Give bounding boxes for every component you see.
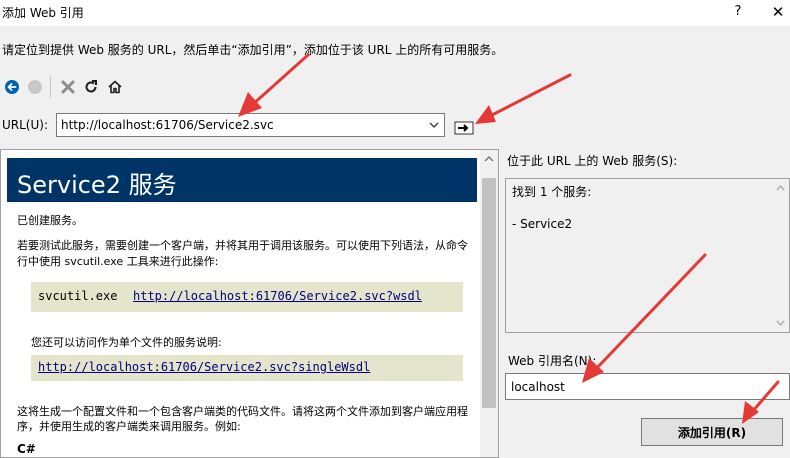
scrollbar-thumb[interactable] bbox=[482, 178, 496, 408]
annotation-arrow bbox=[238, 53, 310, 117]
service-list-item[interactable]: - Service2 bbox=[512, 217, 572, 231]
single-wsdl-box: http://localhost:61706/Service2.svc?sing… bbox=[31, 355, 463, 381]
url-combobox[interactable] bbox=[56, 113, 445, 137]
generate-info-line2: 序，并使用生成的客户端类来调用服务。例如: bbox=[17, 420, 241, 433]
preview-scrollbar[interactable] bbox=[480, 150, 498, 457]
scroll-up-arrow-icon[interactable] bbox=[484, 156, 494, 162]
service-banner: Service2 服务 bbox=[7, 158, 477, 202]
single-wsdl-link[interactable]: http://localhost:61706/Service2.svc?sing… bbox=[38, 360, 370, 374]
add-reference-button[interactable]: 添加引用(R) bbox=[641, 418, 783, 446]
home-icon[interactable] bbox=[106, 78, 124, 96]
wsdl-link[interactable]: http://localhost:61706/Service2.svc?wsdl bbox=[133, 289, 422, 303]
url-input[interactable] bbox=[61, 114, 421, 136]
service-title: Service2 服务 bbox=[17, 171, 177, 199]
scroll-down-arrow-icon[interactable] bbox=[776, 320, 785, 326]
single-file-note: 您还可以访问作为单个文件的服务说明: bbox=[31, 336, 222, 349]
services-scrollbar[interactable] bbox=[772, 179, 789, 332]
stop-icon[interactable] bbox=[59, 78, 77, 96]
services-label: 位于此 URL 上的 Web 服务(S): bbox=[507, 154, 678, 168]
window-title: 添加 Web 引用 bbox=[2, 6, 84, 20]
help-button[interactable]: ? bbox=[728, 2, 748, 22]
reference-name-input[interactable] bbox=[505, 373, 790, 400]
url-label: URL(U): bbox=[2, 118, 48, 132]
forward-icon[interactable] bbox=[26, 78, 44, 96]
generate-info-line1: 这将生成一个配置文件和一个包含客户端类的代码文件。请将这两个文件添加到客户端应用… bbox=[17, 405, 468, 418]
scroll-up-arrow-icon[interactable] bbox=[776, 185, 785, 191]
chevron-down-icon[interactable] bbox=[426, 117, 442, 133]
service-preview-pane[interactable]: Service2 服务 已创建服务。 若要测试此服务，需要创建一个客户端，并将其… bbox=[0, 149, 499, 458]
go-button[interactable] bbox=[454, 121, 474, 135]
created-text: 已创建服务。 bbox=[17, 214, 83, 227]
svcutil-command: svcutil.exe bbox=[38, 289, 118, 303]
reference-name-label: Web 引用名(N): bbox=[508, 354, 597, 368]
toolbar-divider bbox=[50, 76, 51, 98]
test-instructions-line1: 若要测试此服务，需要创建一个客户端，并将其用于调用该服务。可以使用下列语法，从命… bbox=[17, 239, 468, 252]
close-button[interactable]: ✕ bbox=[768, 2, 788, 22]
back-icon[interactable] bbox=[3, 78, 21, 96]
instruction-text: 请定位到提供 Web 服务的 URL，然后单击“添加引用”，添加位于该 URL … bbox=[2, 43, 504, 57]
svcutil-code-box: svcutil.exe http://localhost:61706/Servi… bbox=[31, 282, 463, 312]
language-heading: C# bbox=[17, 442, 36, 456]
title-bar bbox=[0, 0, 790, 26]
services-list[interactable]: 找到 1 个服务: - Service2 bbox=[505, 178, 790, 333]
test-instructions-line2: 行中使用 svcutil.exe 工具来进行此操作: bbox=[17, 255, 219, 268]
refresh-icon[interactable] bbox=[82, 78, 100, 96]
annotation-arrow bbox=[475, 73, 572, 124]
found-count-text: 找到 1 个服务: bbox=[512, 185, 592, 199]
